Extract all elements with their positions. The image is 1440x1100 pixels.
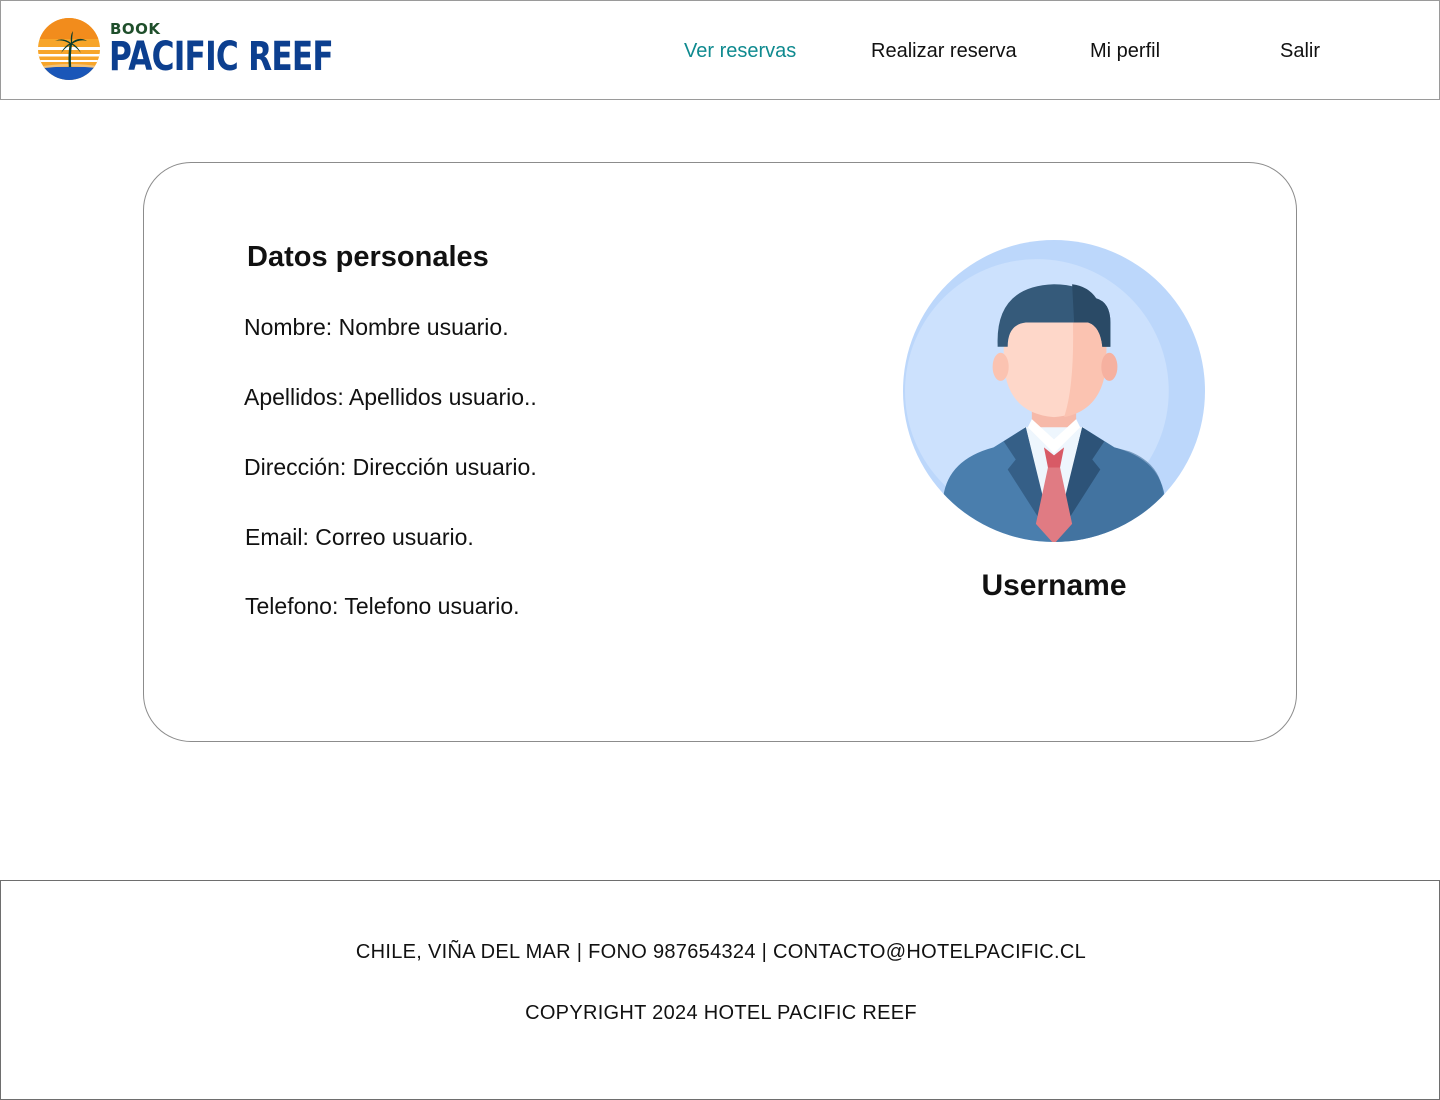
nav-mi-perfil[interactable]: Mi perfil [1090,39,1160,63]
site-logo[interactable]: BOOK PACIFIC REEF [37,17,334,85]
footer-copyright: COPYRIGHT 2024 HOTEL PACIFIC REEF [525,1002,917,1024]
businessman-avatar-icon [903,240,1205,542]
sun-palm-icon [38,18,100,80]
footer-contact-line: CHILE, VIÑA DEL MAR | FONO 987654324 | C… [355,941,1087,963]
personal-data-title: Datos personales [247,241,489,273]
nav-salir[interactable]: Salir [1280,39,1320,63]
profile-card: Datos personales Nombre: Nombre usuario.… [143,162,1297,742]
field-direccion: Dirección: Dirección usuario. [244,454,537,480]
field-nombre: Nombre: Nombre usuario. [244,314,509,340]
profile-page: BOOK PACIFIC REEF Ver reservas Realizar … [0,0,1440,1100]
site-header: BOOK PACIFIC REEF Ver reservas Realizar … [0,0,1440,100]
username-label: Username [981,569,1127,602]
nav-ver-reservas[interactable]: Ver reservas [684,39,796,63]
field-email: Email: Correo usuario. [245,524,474,550]
field-apellidos: Apellidos: Apellidos usuario.. [244,384,537,410]
logo-brand-text: PACIFIC REEF [109,34,334,80]
nav-realizar-reserva[interactable]: Realizar reserva [871,39,1017,63]
site-footer: CHILE, VIÑA DEL MAR | FONO 987654324 | C… [0,880,1440,1100]
field-telefono: Telefono: Telefono usuario. [245,593,520,619]
